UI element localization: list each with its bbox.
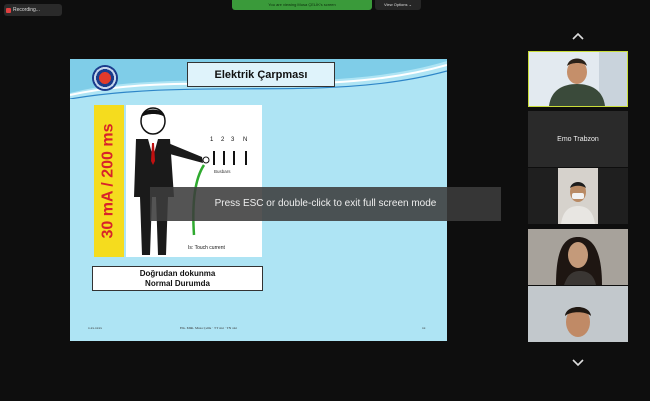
busbar-label-1: 1 — [210, 137, 214, 143]
busbars-caption: Busbars — [214, 169, 231, 174]
screen-share-banner: You are viewing Musa ÇELİK's screen — [232, 0, 372, 10]
slide-footer-text: Elk. Müh. Musa Çelik · TT sist · TN sist — [180, 326, 237, 330]
busbar-label-3: 3 — [231, 137, 235, 143]
slide-title: Elektrik Çarpması — [187, 62, 335, 87]
touch-current-figure: 1 2 3 N Busbars Is: Touch current — [126, 105, 262, 257]
recording-label: Recording... — [13, 7, 40, 13]
busbar-label-n: N — [243, 137, 247, 143]
participant-name-tile[interactable]: Emo Trabzon — [528, 111, 628, 167]
participant-video-tile[interactable] — [528, 168, 628, 224]
slide-caption-box: Doğrudan dokunma Normal Durumda — [92, 266, 263, 291]
fullscreen-exit-hint: Press ESC or double-click to exit full s… — [150, 187, 501, 221]
participant-video — [528, 168, 628, 224]
participant-video-tile[interactable] — [528, 286, 628, 342]
participant-name: Emo Trabzon — [557, 135, 599, 143]
slide-footer-date: x.xx.xxxx — [88, 326, 102, 330]
caption-line-1: Doğrudan dokunma — [139, 268, 216, 278]
person-touching-busbar-illustration: 1 2 3 N Busbars Is: Touch current — [134, 107, 247, 255]
caption-line-2: Normal Durumda — [145, 278, 210, 288]
participant-video — [529, 52, 627, 106]
recording-icon — [6, 7, 11, 13]
participant-video-tile[interactable] — [528, 51, 628, 107]
threshold-text-wrap: 30 mA / 200 ms — [94, 105, 124, 257]
institution-logo — [92, 65, 118, 91]
participant-video-tile[interactable] — [528, 229, 628, 285]
recording-indicator[interactable]: Recording... — [4, 4, 62, 16]
participant-video — [528, 286, 628, 342]
chevron-down-icon[interactable] — [563, 354, 593, 372]
view-options-button[interactable]: View Options ⌄ — [375, 0, 421, 10]
chevron-up-icon[interactable] — [563, 27, 593, 45]
touch-current-label: Is: Touch current — [188, 245, 225, 251]
slide-page-number: xx — [422, 326, 426, 330]
busbar-label-2: 2 — [221, 137, 225, 143]
threshold-text: 30 mA / 200 ms — [100, 123, 117, 239]
participant-video — [528, 229, 628, 285]
